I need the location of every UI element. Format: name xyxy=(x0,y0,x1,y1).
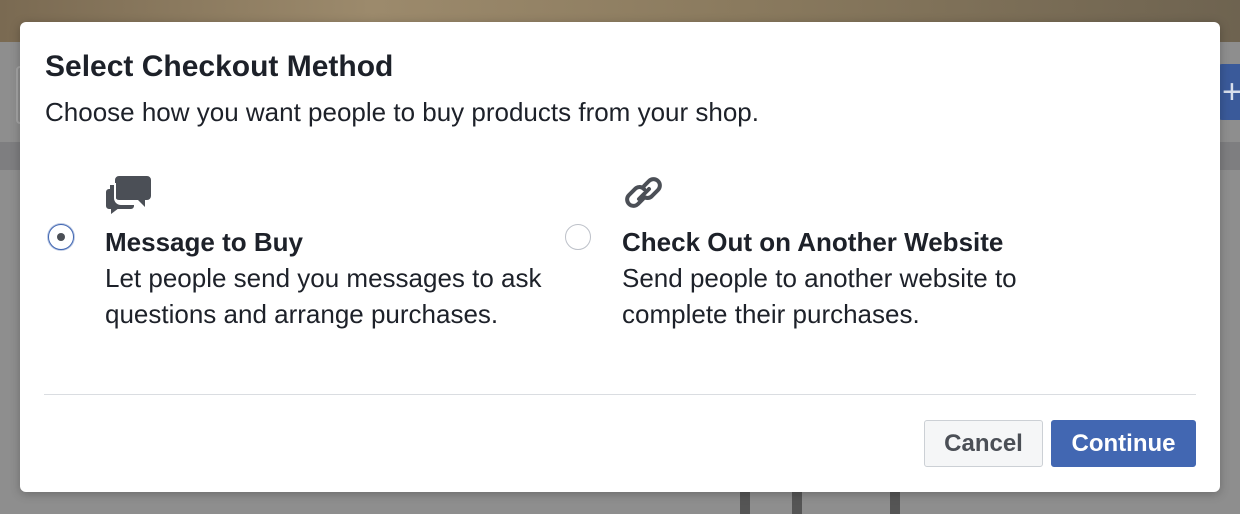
radio-check-out-another-website[interactable] xyxy=(565,224,591,250)
continue-button[interactable]: Continue xyxy=(1051,420,1196,467)
background-element xyxy=(740,492,900,514)
radio-message-to-buy[interactable] xyxy=(48,224,74,250)
option-description: Send people to another website to comple… xyxy=(622,263,1017,329)
chat-bubbles-icon xyxy=(104,172,153,218)
dialog-title: Select Checkout Method xyxy=(45,50,394,83)
cancel-button[interactable]: Cancel xyxy=(924,420,1043,467)
checkout-method-dialog: Select Checkout Method Choose how you wa… xyxy=(20,22,1220,492)
dialog-subtitle: Choose how you want people to buy produc… xyxy=(45,97,759,127)
option-title: Message to Buy xyxy=(105,227,303,257)
option-description: Let people send you messages to ask ques… xyxy=(105,263,542,329)
link-icon xyxy=(622,172,670,216)
radio-selected-dot xyxy=(57,233,65,241)
background-add-button: + xyxy=(1218,64,1240,120)
footer-divider xyxy=(44,394,1196,395)
option-title: Check Out on Another Website xyxy=(622,227,1004,257)
